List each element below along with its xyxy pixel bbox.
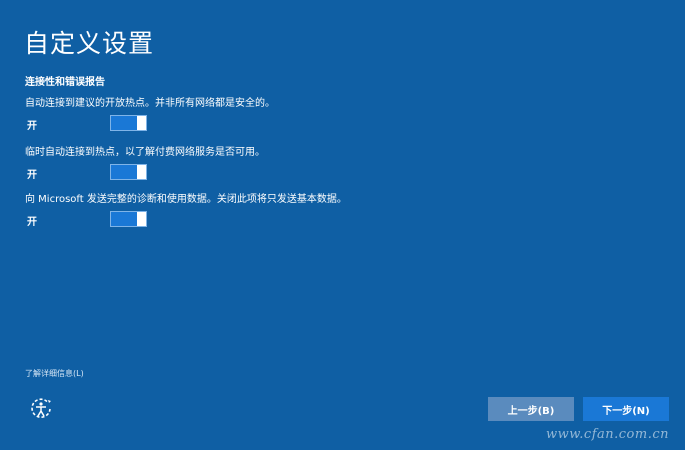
toggle-state-label: 开 (27, 170, 37, 181)
learn-more-link[interactable]: 了解详细信息(L) (25, 368, 84, 379)
open-hotspots-toggle[interactable] (110, 115, 147, 131)
section-heading: 连接性和错误报告 (25, 77, 105, 88)
paid-network-toggle[interactable] (110, 164, 147, 180)
next-button[interactable]: 下一步(N) (583, 397, 669, 421)
page-title: 自定义设置 (24, 29, 155, 58)
setting-diagnostic-data: 向 Microsoft 发送完整的诊断和使用数据。关闭此项将只发送基本数据。 开 (25, 193, 445, 229)
toggle-state-label: 开 (27, 121, 37, 132)
toggle-knob (137, 116, 146, 130)
toggle-knob (137, 165, 146, 179)
toggle-state-label: 开 (27, 217, 37, 228)
setting-description: 临时自动连接到热点，以了解付费网络服务是否可用。 (25, 147, 265, 158)
toggle-knob (137, 212, 146, 226)
setting-paid-network: 临时自动连接到热点，以了解付费网络服务是否可用。 开 (25, 146, 445, 182)
setting-open-hotspots: 自动连接到建议的开放热点。并非所有网络都是安全的。 开 (25, 97, 445, 133)
setting-description: 自动连接到建议的开放热点。并非所有网络都是安全的。 (25, 98, 275, 109)
watermark: www.cfan.com.cn (545, 427, 669, 442)
setting-description: 向 Microsoft 发送完整的诊断和使用数据。关闭此项将只发送基本数据。 (25, 194, 347, 205)
back-button[interactable]: 上一步(B) (488, 397, 574, 421)
ease-of-access-icon[interactable] (28, 396, 54, 422)
diagnostic-data-toggle[interactable] (110, 211, 147, 227)
